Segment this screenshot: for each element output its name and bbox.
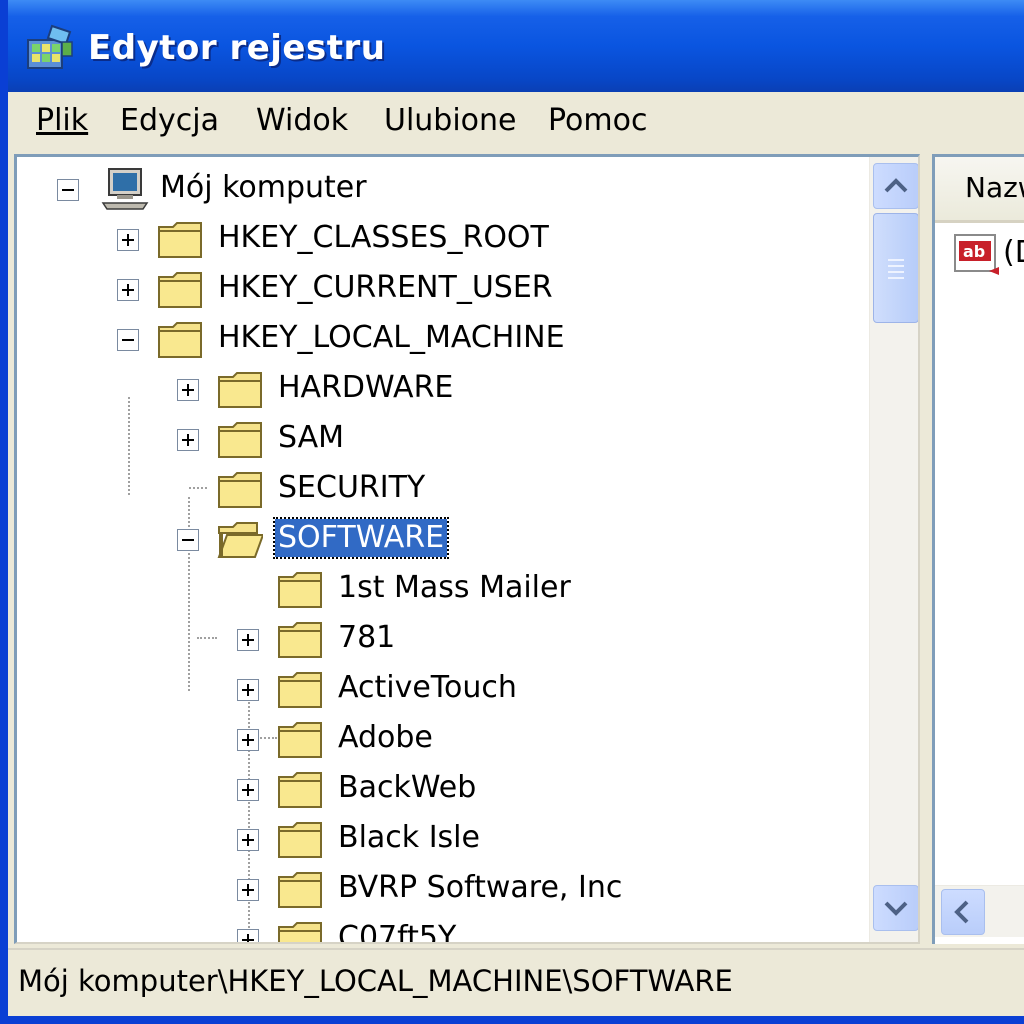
string-value-icon: ab (954, 234, 999, 275)
expand-icon[interactable] (237, 629, 259, 651)
svg-text:ab: ab (963, 242, 985, 261)
menu-file[interactable]: Plik (28, 92, 96, 150)
menu-help[interactable]: Pomoc (540, 92, 655, 150)
menu-bar: Plik Edycja Widok Ulubione Pomoc (8, 92, 1024, 152)
folder-icon (278, 872, 322, 908)
tree-item-label: BackWeb (338, 770, 477, 805)
tree-item-label: Adobe (338, 720, 433, 755)
folder-icon (218, 472, 262, 508)
expand-icon[interactable] (177, 429, 199, 451)
tree-item-label-selected: SOFTWARE (272, 517, 450, 559)
status-path: Mój komputer\HKEY_LOCAL_MACHINE\SOFTWARE (18, 964, 733, 998)
menu-edit[interactable]: Edycja (112, 92, 227, 150)
tree-item-781[interactable]: 781 (17, 615, 857, 661)
tree-item-sam[interactable]: SAM (17, 415, 857, 461)
folder-icon (278, 922, 322, 942)
expand-icon[interactable] (237, 829, 259, 851)
tree-item-black-isle[interactable]: Black Isle (17, 815, 857, 861)
expand-icon[interactable] (237, 929, 259, 942)
key-tree-pane[interactable]: Mój komputer HKEY_CLASSES_ROOT HKEY_CURR… (14, 154, 920, 944)
tree-item-1st-mass-mailer[interactable]: 1st Mass Mailer (17, 565, 857, 611)
value-list-pane[interactable]: Nazwa ab (Domyślna) (932, 154, 1024, 944)
menu-favorites[interactable]: Ulubione (376, 92, 525, 150)
tree-item-label: C07ft5Y (338, 920, 457, 944)
expand-icon[interactable] (237, 779, 259, 801)
scroll-up-button[interactable] (873, 163, 918, 209)
chevron-left-icon (954, 900, 969, 924)
open-folder-icon (217, 522, 263, 558)
scroll-down-button[interactable] (873, 885, 918, 931)
expand-icon[interactable] (117, 279, 139, 301)
folder-icon (218, 422, 262, 458)
tree-item-bvrp-software[interactable]: BVRP Software, Inc (17, 865, 857, 911)
window-title: Edytor rejestru (88, 28, 386, 68)
folder-icon (158, 272, 202, 308)
tree-item-activetouch[interactable]: ActiveTouch (17, 665, 857, 711)
chevron-up-icon (884, 178, 908, 193)
tree-item-hkey-current-user[interactable]: HKEY_CURRENT_USER (17, 265, 857, 311)
tree-item-label: BVRP Software, Inc (338, 870, 623, 905)
tree-item-hkey-classes-root[interactable]: HKEY_CLASSES_ROOT (17, 215, 857, 261)
tree-item-hkey-local-machine[interactable]: HKEY_LOCAL_MACHINE (17, 315, 857, 361)
tree-item-partial[interactable]: C07ft5Y (17, 915, 857, 944)
tree-item-hardware[interactable]: HARDWARE (17, 365, 857, 411)
tree-item-label: 1st Mass Mailer (338, 570, 571, 605)
folder-icon (218, 372, 262, 408)
scroll-thumb[interactable] (873, 213, 918, 323)
expand-icon[interactable] (117, 229, 139, 251)
pane-splitter[interactable] (920, 152, 932, 946)
expand-icon[interactable] (237, 729, 259, 751)
tree-item-label: HKEY_CLASSES_ROOT (218, 220, 549, 255)
folder-icon (278, 722, 322, 758)
expand-icon[interactable] (237, 879, 259, 901)
folder-icon (278, 772, 322, 808)
collapse-icon[interactable] (177, 529, 199, 551)
list-horizontal-scrollbar[interactable] (935, 885, 1024, 937)
collapse-icon[interactable] (117, 329, 139, 351)
status-bar: Mój komputer\HKEY_LOCAL_MACHINE\SOFTWARE (8, 948, 1024, 1016)
folder-icon (278, 572, 322, 608)
folder-icon (158, 222, 202, 258)
tree-item-label: ActiveTouch (338, 670, 517, 705)
grip-icon (888, 259, 904, 279)
tree-vertical-scrollbar[interactable] (869, 157, 918, 942)
tree-item-security[interactable]: SECURITY (17, 465, 857, 511)
tree-item-label: 781 (338, 620, 396, 655)
tree-item-label: HKEY_CURRENT_USER (218, 270, 553, 305)
title-bar[interactable]: Edytor rejestru (8, 0, 1024, 92)
tree-item-label: SECURITY (278, 470, 426, 505)
tree-item-label: Black Isle (338, 820, 480, 855)
menu-view[interactable]: Widok (248, 92, 356, 150)
tree-item-label: Mój komputer (160, 170, 367, 205)
collapse-icon[interactable] (57, 179, 79, 201)
tree-item-label: HKEY_LOCAL_MACHINE (218, 320, 565, 355)
expand-icon[interactable] (237, 679, 259, 701)
column-header-name[interactable]: Nazwa (935, 157, 1024, 223)
chevron-down-icon (884, 901, 908, 916)
tree-item-adobe[interactable]: Adobe (17, 715, 857, 761)
folder-icon (278, 622, 322, 658)
folder-icon (278, 672, 322, 708)
scroll-left-button[interactable] (941, 889, 985, 935)
tree-root[interactable]: Mój komputer (17, 165, 857, 211)
registry-editor-icon (27, 24, 73, 69)
folder-icon (278, 822, 322, 858)
folder-icon (158, 322, 202, 358)
registry-editor-window: Edytor rejestru Plik Edycja Widok Ulubio… (0, 0, 1024, 1024)
expand-icon[interactable] (177, 379, 199, 401)
tree-item-software[interactable]: SOFTWARE (17, 515, 857, 561)
tree-item-backweb[interactable]: BackWeb (17, 765, 857, 811)
tree-item-label: HARDWARE (278, 370, 454, 405)
tree-item-label: SAM (278, 420, 345, 455)
value-name[interactable]: (Domyślna) (1003, 235, 1024, 270)
computer-icon (101, 168, 149, 210)
